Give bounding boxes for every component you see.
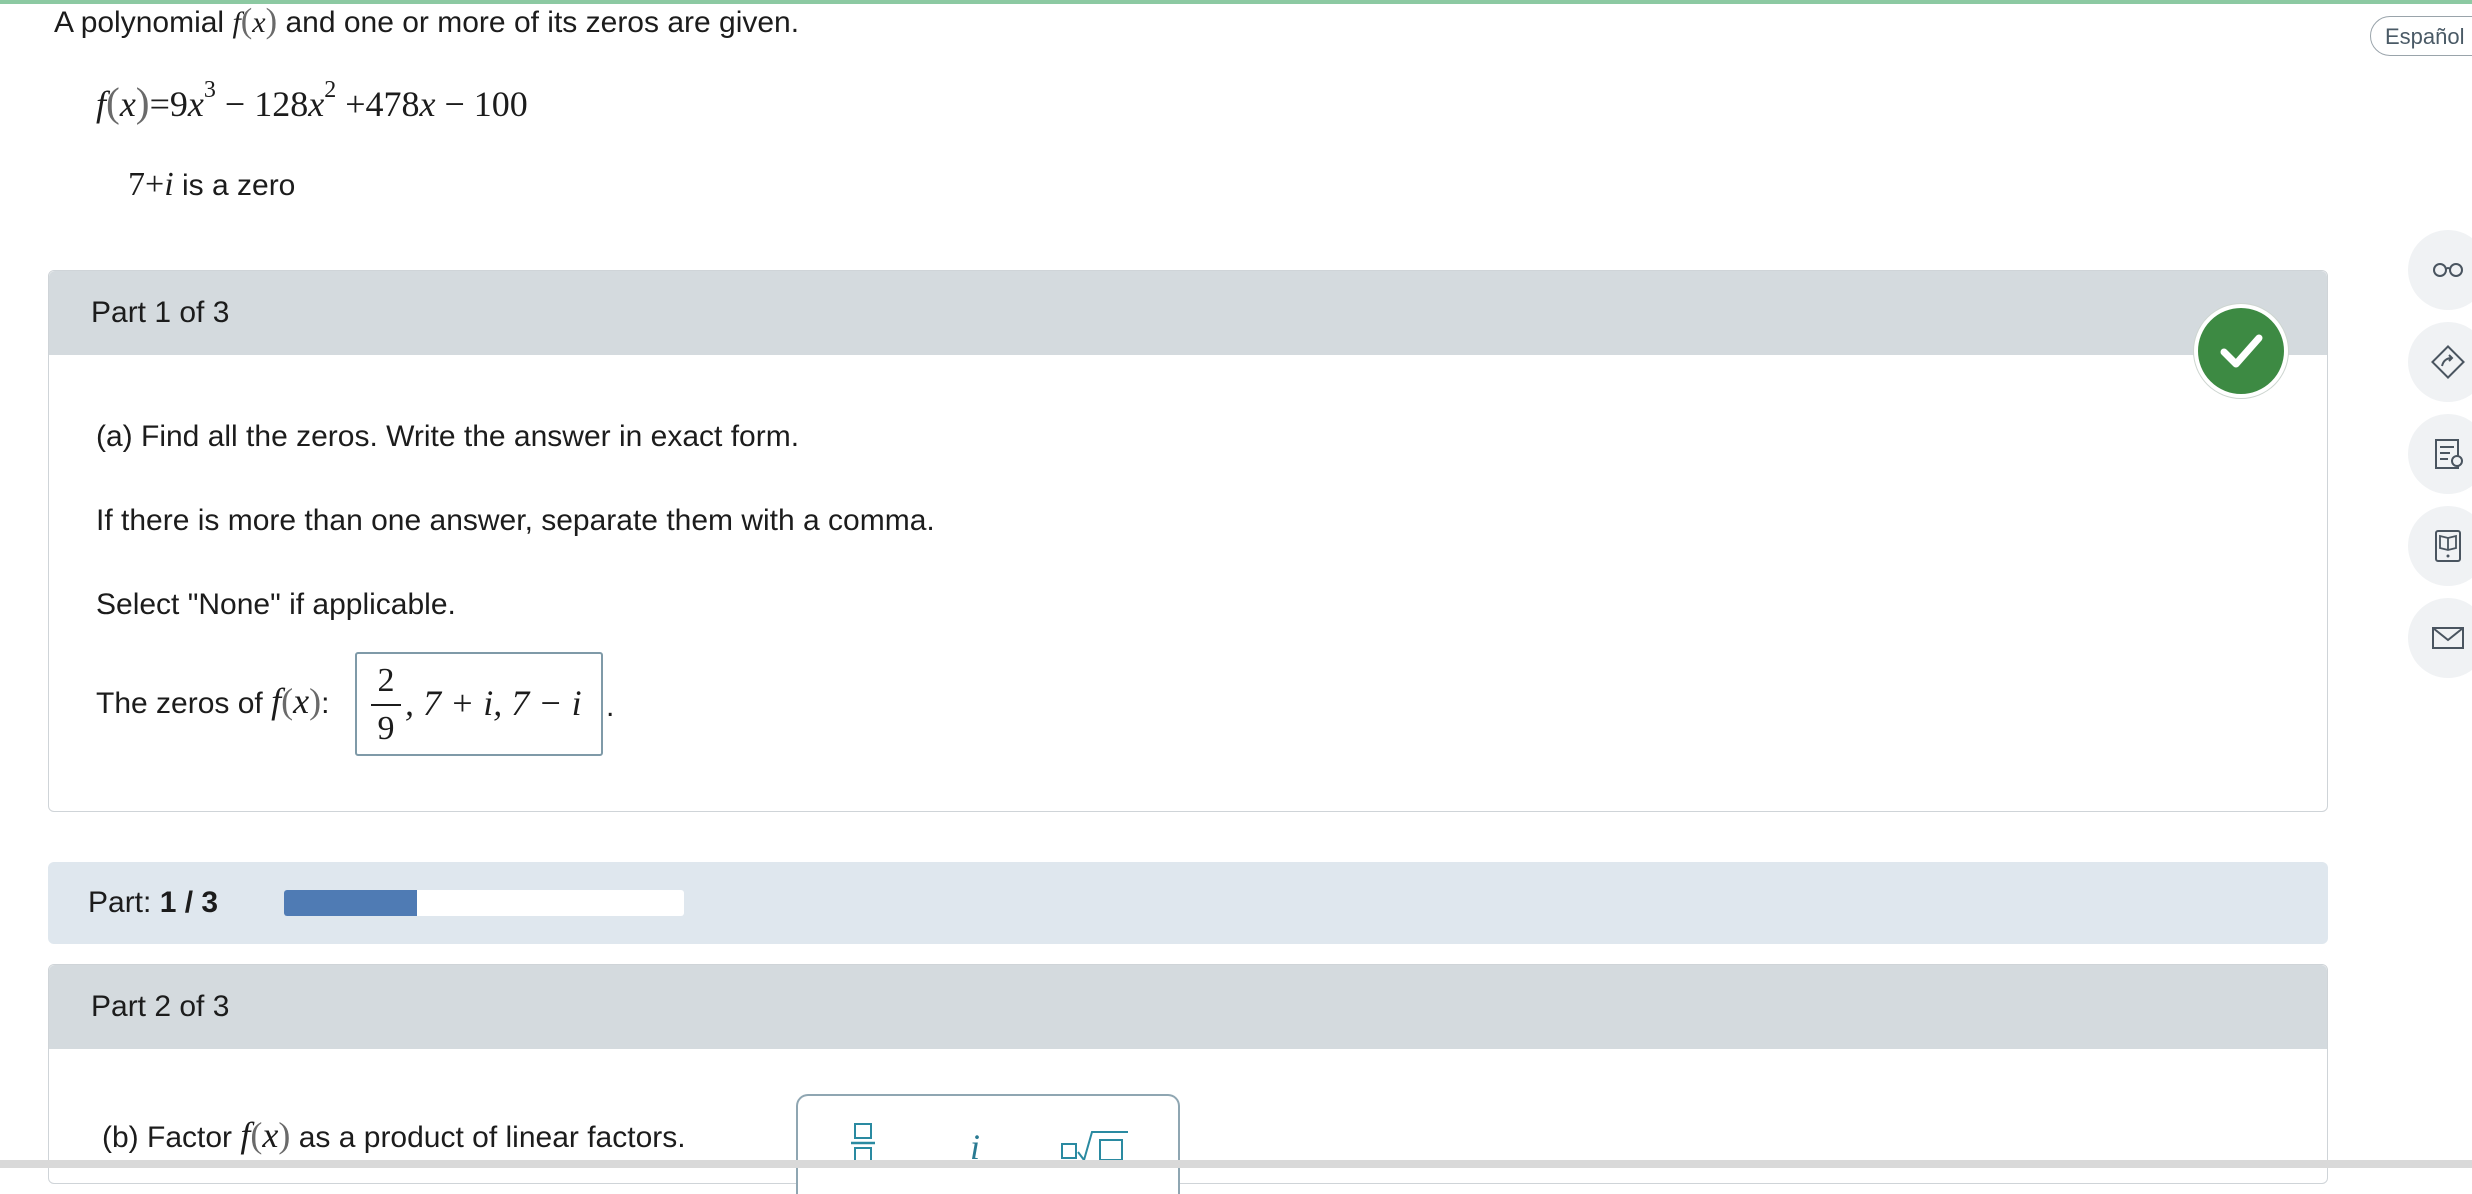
paren-close: ) (309, 681, 322, 721)
ebook-button[interactable] (2408, 506, 2472, 586)
part2-question-prefix: (b) Factor (102, 1121, 233, 1154)
term1-var: x (187, 84, 204, 124)
part2-question-x: x (262, 1115, 279, 1155)
paren-close: ) (265, 2, 278, 40)
fraction-numerator: 2 (377, 662, 395, 699)
part1-instruction-comma: If there is more than one answer, separa… (96, 504, 935, 537)
part-progress: Part: 1 / 3 (48, 862, 2328, 944)
correct-check-icon (2194, 304, 2288, 398)
glasses-icon (2433, 263, 2463, 277)
part1-header: Part 1 of 3 (49, 271, 2327, 355)
progress-label-text: Part: (88, 886, 152, 919)
part1-instruction-none: Select "None" if applicable. (96, 588, 456, 621)
ebook-icon (2435, 530, 2461, 562)
part2-question: (b) Factor f(x) as a product of linear f… (102, 1114, 686, 1156)
fraction-denominator: 9 (377, 710, 395, 747)
glasses-button[interactable] (2408, 230, 2472, 310)
answer-remaining-zeros: , 7 + i, 7 − i (405, 683, 582, 723)
answer-label-x: x (293, 681, 310, 721)
eq-sign: = (149, 84, 170, 124)
intro-suffix: and one or more of its zeros are given. (285, 6, 800, 39)
zero-text: is a zero (181, 169, 296, 202)
term3-var: x (419, 84, 436, 124)
nth-root-template-icon (1061, 1131, 1128, 1163)
intro-x: x (252, 6, 266, 39)
fraction-bar (371, 704, 401, 706)
polynomial-equation: f(x)=9x3 − 128x2 +478x − 100 (96, 77, 528, 126)
mail-icon (2432, 627, 2464, 649)
math-input-palette: i (796, 1094, 1180, 1194)
checkmark-glyph (2220, 334, 2263, 368)
term3-coef: 478 (365, 84, 420, 124)
mail-button[interactable] (2408, 598, 2472, 678)
term2-exp: 2 (324, 77, 337, 103)
part2-header: Part 2 of 3 (49, 965, 2327, 1049)
paren-open: ( (250, 1115, 263, 1155)
calculator-button[interactable] (2408, 322, 2472, 402)
answer-fraction: 2 9 (371, 662, 401, 748)
paren-open: ( (281, 681, 294, 721)
term1-coef: 9 (169, 84, 188, 124)
progress-value: 1 / 3 (159, 886, 219, 919)
part2-question-suffix: as a product of linear factors. (298, 1121, 686, 1154)
zero-real: 7 (128, 166, 145, 203)
term2-coef: 128 (254, 84, 309, 124)
notes-icon (2435, 439, 2463, 469)
intro-f: f (232, 6, 241, 39)
given-zero: 7+i is a zero (128, 166, 295, 204)
zero-op: + (145, 166, 165, 203)
zero-imag: i (164, 166, 174, 203)
answer-label-colon: : (321, 687, 330, 720)
op1: − (224, 84, 246, 124)
notes-button[interactable] (2408, 414, 2472, 494)
horizontal-scrollbar[interactable] (0, 1160, 2472, 1168)
op2: + (345, 84, 366, 124)
term1-exp: 3 (203, 77, 216, 103)
zeros-answer-input[interactable]: 2 9 , 7 + i, 7 − i (355, 652, 603, 756)
paren-open: ( (106, 79, 120, 125)
part2-question-f: f (240, 1115, 251, 1155)
intro-prefix: A polynomial (54, 6, 225, 39)
eq-f: f (96, 84, 107, 124)
paren-close: ) (278, 1115, 291, 1155)
answer-period: . (606, 690, 615, 723)
answer-label-prefix: The zeros of (96, 687, 263, 720)
answer-label: The zeros of f(x): (96, 680, 329, 722)
language-toggle-button[interactable]: Español (2370, 16, 2472, 56)
problem-intro: A polynomial f(x) and one or more of its… (54, 2, 799, 41)
progress-fill (284, 890, 418, 916)
op3: − (444, 84, 465, 124)
calculator-arrow-icon (2431, 345, 2465, 379)
answer-label-f: f (271, 681, 282, 721)
eq-x: x (119, 84, 136, 124)
progress-label: Part: 1 / 3 (88, 886, 218, 920)
term4: 100 (473, 84, 528, 124)
paren-open: ( (240, 2, 253, 40)
paren-close: ) (135, 79, 150, 125)
part1-question: (a) Find all the zeros. Write the answer… (96, 420, 800, 453)
progress-track (284, 890, 684, 916)
fraction-template-icon (851, 1123, 875, 1163)
term2-var: x (308, 84, 325, 124)
